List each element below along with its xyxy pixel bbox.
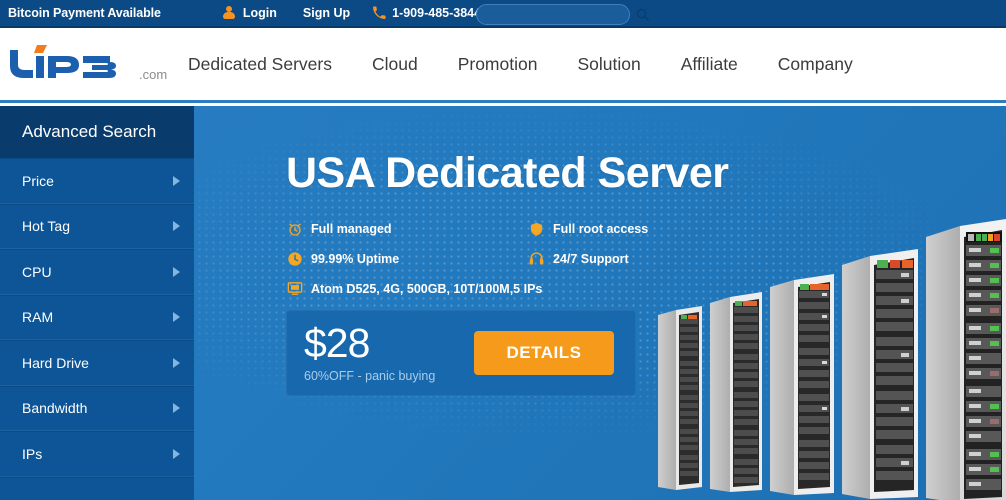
shield-icon	[528, 220, 545, 237]
monitor-icon	[286, 280, 303, 297]
phone-icon	[372, 6, 386, 20]
chevron-right-icon	[173, 266, 180, 277]
chevron-right-icon	[173, 221, 180, 232]
feature-list: Full managed Full root access 99.99% Upt…	[286, 220, 656, 297]
price-subtitle: 60%OFF - panic buying	[304, 369, 436, 383]
search-icon[interactable]	[635, 7, 650, 22]
clock-icon	[286, 250, 303, 267]
sidebar-item-price[interactable]: Price	[0, 158, 194, 204]
search-box[interactable]	[476, 4, 649, 25]
alarm-clock-icon	[286, 220, 303, 237]
sidebar-item-label: Bandwidth	[22, 400, 88, 417]
feature-label: 24/7 Support	[553, 251, 629, 266]
sidebar-item-label: RAM	[22, 309, 54, 326]
sidebar-item-label: Hard Drive	[22, 354, 89, 371]
phone-label: 1-909-485-3844	[392, 6, 482, 20]
sidebar-item-hot-tag[interactable]: Hot Tag	[0, 203, 194, 249]
phone-number[interactable]: 1-909-485-3844	[372, 6, 481, 20]
feature-support: 24/7 Support	[528, 250, 629, 267]
sidebar-item-bandwidth[interactable]: Bandwidth	[0, 385, 194, 431]
feature-label: Full managed	[311, 221, 392, 236]
feature-row-1: Full managed Full root access	[286, 220, 656, 237]
price-card: $28 60%OFF - panic buying DETAILS	[286, 310, 636, 396]
nav-item-dedicated-servers[interactable]: Dedicated Servers	[188, 54, 332, 75]
feature-row-2: 99.99% Uptime 24/7 Support	[286, 250, 656, 267]
top-bar-links: Login Sign Up 1-909-485-3844	[223, 6, 481, 20]
feature-row-3: Atom D525, 4G, 500GB, 10T/100M,5 IPs	[286, 280, 656, 297]
logo-mark	[10, 45, 116, 78]
feature-specs: Atom D525, 4G, 500GB, 10T/100M,5 IPs	[286, 280, 542, 297]
sidebar-item-ram[interactable]: RAM	[0, 294, 194, 340]
hero-content: USA Dedicated Server Full managed Full r…	[286, 106, 729, 396]
site-logo[interactable]: .com	[0, 43, 182, 85]
chevron-right-icon	[173, 312, 180, 323]
feature-full-managed: Full managed	[286, 220, 528, 237]
sidebar-item-label: IPs	[22, 445, 43, 462]
advanced-search-sidebar: Advanced Search Price Hot Tag CPU RAM Ha…	[0, 106, 194, 500]
feature-label: Full root access	[553, 221, 649, 236]
chevron-right-icon	[173, 403, 180, 414]
price-info: $28 60%OFF - panic buying	[304, 320, 474, 384]
nav-item-solution[interactable]: Solution	[577, 54, 640, 75]
price-amount: $28	[304, 320, 370, 366]
sidebar-item-ips[interactable]: IPs	[0, 431, 194, 477]
sidebar-item-label: Hot Tag	[22, 218, 70, 235]
signup-label: Sign Up	[302, 6, 351, 20]
nav-item-company[interactable]: Company	[778, 54, 853, 75]
hero-title: USA Dedicated Server	[286, 149, 729, 197]
feature-full-root-access: Full root access	[528, 220, 648, 237]
chevron-right-icon	[173, 448, 180, 459]
nav-item-affiliate[interactable]: Affiliate	[681, 54, 738, 75]
sidebar-item-partial[interactable]	[0, 476, 194, 500]
sidebar-item-cpu[interactable]: CPU	[0, 249, 194, 295]
feature-label: 99.99% Uptime	[311, 251, 400, 266]
page-root: Bitcoin Payment Available Login Sign Up …	[0, 0, 1006, 500]
sidebar-item-label: CPU	[22, 263, 52, 280]
chevron-right-icon	[173, 175, 180, 186]
logo-domain-suffix: .com	[139, 67, 168, 82]
top-bar: Bitcoin Payment Available Login Sign Up …	[0, 0, 1006, 28]
sidebar-title: Advanced Search	[0, 106, 194, 158]
nav-item-promotion[interactable]: Promotion	[458, 54, 538, 75]
feature-label: Atom D525, 4G, 500GB, 10T/100M,5 IPs	[311, 281, 543, 296]
feature-uptime: 99.99% Uptime	[286, 250, 528, 267]
nav-item-cloud[interactable]: Cloud	[372, 54, 418, 75]
signup-link[interactable]: Sign Up	[303, 6, 350, 20]
login-link[interactable]: Login	[223, 6, 277, 20]
sidebar-item-hard-drive[interactable]: Hard Drive	[0, 340, 194, 386]
headset-icon	[528, 250, 545, 267]
details-button[interactable]: DETAILS	[474, 331, 614, 375]
main-navigation: Dedicated Servers Cloud Promotion Soluti…	[182, 54, 1006, 75]
login-label: Login	[242, 6, 277, 20]
person-icon	[223, 6, 236, 20]
sidebar-item-label: Price	[22, 172, 54, 189]
bitcoin-promo-text: Bitcoin Payment Available	[8, 6, 161, 20]
site-header: .com Dedicated Servers Cloud Promotion S…	[0, 28, 1006, 103]
chevron-right-icon	[173, 357, 180, 368]
search-input[interactable]	[477, 8, 635, 21]
